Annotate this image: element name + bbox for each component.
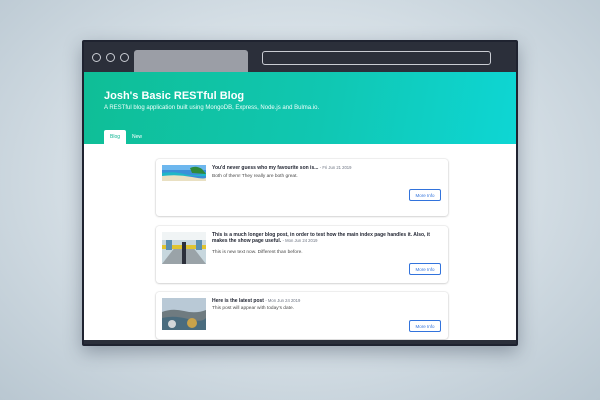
coast-thumbnail: [162, 298, 206, 330]
page-title: Josh's Basic RESTful Blog: [104, 90, 245, 102]
more-info-button[interactable]: More Info: [409, 189, 441, 201]
post-date: - Mon Jun 24 2019: [282, 238, 318, 244]
post-excerpt: This is new text now. Different than bef…: [212, 250, 303, 255]
post-date: - Fri Jun 21 2019: [319, 165, 352, 170]
more-info-button[interactable]: More Info: [409, 263, 441, 275]
window-minimize-icon[interactable]: [106, 53, 115, 62]
post-excerpt: This post will appear with today's date.: [212, 306, 294, 311]
post-excerpt: Both of them! They really are both great…: [212, 174, 298, 179]
hero-banner: Josh's Basic RESTful Blog A RESTful blog…: [84, 72, 516, 144]
post-title[interactable]: You'd never guess who my favourite son i…: [212, 165, 440, 171]
window-close-icon[interactable]: [92, 53, 101, 62]
post-title-text[interactable]: This is a much longer blog post, in orde…: [212, 232, 430, 244]
browser-chrome: [84, 42, 516, 72]
post-card: Here is the latest post - Mon Jun 24 201…: [156, 292, 448, 339]
window-bottom-bar: [84, 340, 516, 344]
browser-tab[interactable]: [134, 50, 248, 72]
page-subtitle: A RESTful blog application built using M…: [104, 105, 320, 111]
post-title-text[interactable]: Here is the latest post: [212, 298, 264, 304]
post-date: - Mon Jun 24 2019: [265, 298, 301, 303]
address-bar[interactable]: [262, 51, 491, 65]
tab-new[interactable]: New: [126, 130, 148, 144]
tab-blog[interactable]: Blog: [104, 130, 127, 144]
beach-thumbnail: [162, 165, 206, 181]
subway-thumbnail: [162, 232, 206, 264]
more-info-button[interactable]: More Info: [409, 320, 441, 332]
post-title[interactable]: Here is the latest post - Mon Jun 24 201…: [212, 298, 440, 304]
post-title-text[interactable]: You'd never guess who my favourite son i…: [212, 165, 318, 171]
post-title[interactable]: This is a much longer blog post, in orde…: [212, 232, 440, 244]
window-maximize-icon[interactable]: [120, 53, 129, 62]
browser-window: Josh's Basic RESTful Blog A RESTful blog…: [82, 40, 518, 346]
post-card: This is a much longer blog post, in orde…: [156, 226, 448, 283]
post-card: You'd never guess who my favourite son i…: [156, 159, 448, 216]
